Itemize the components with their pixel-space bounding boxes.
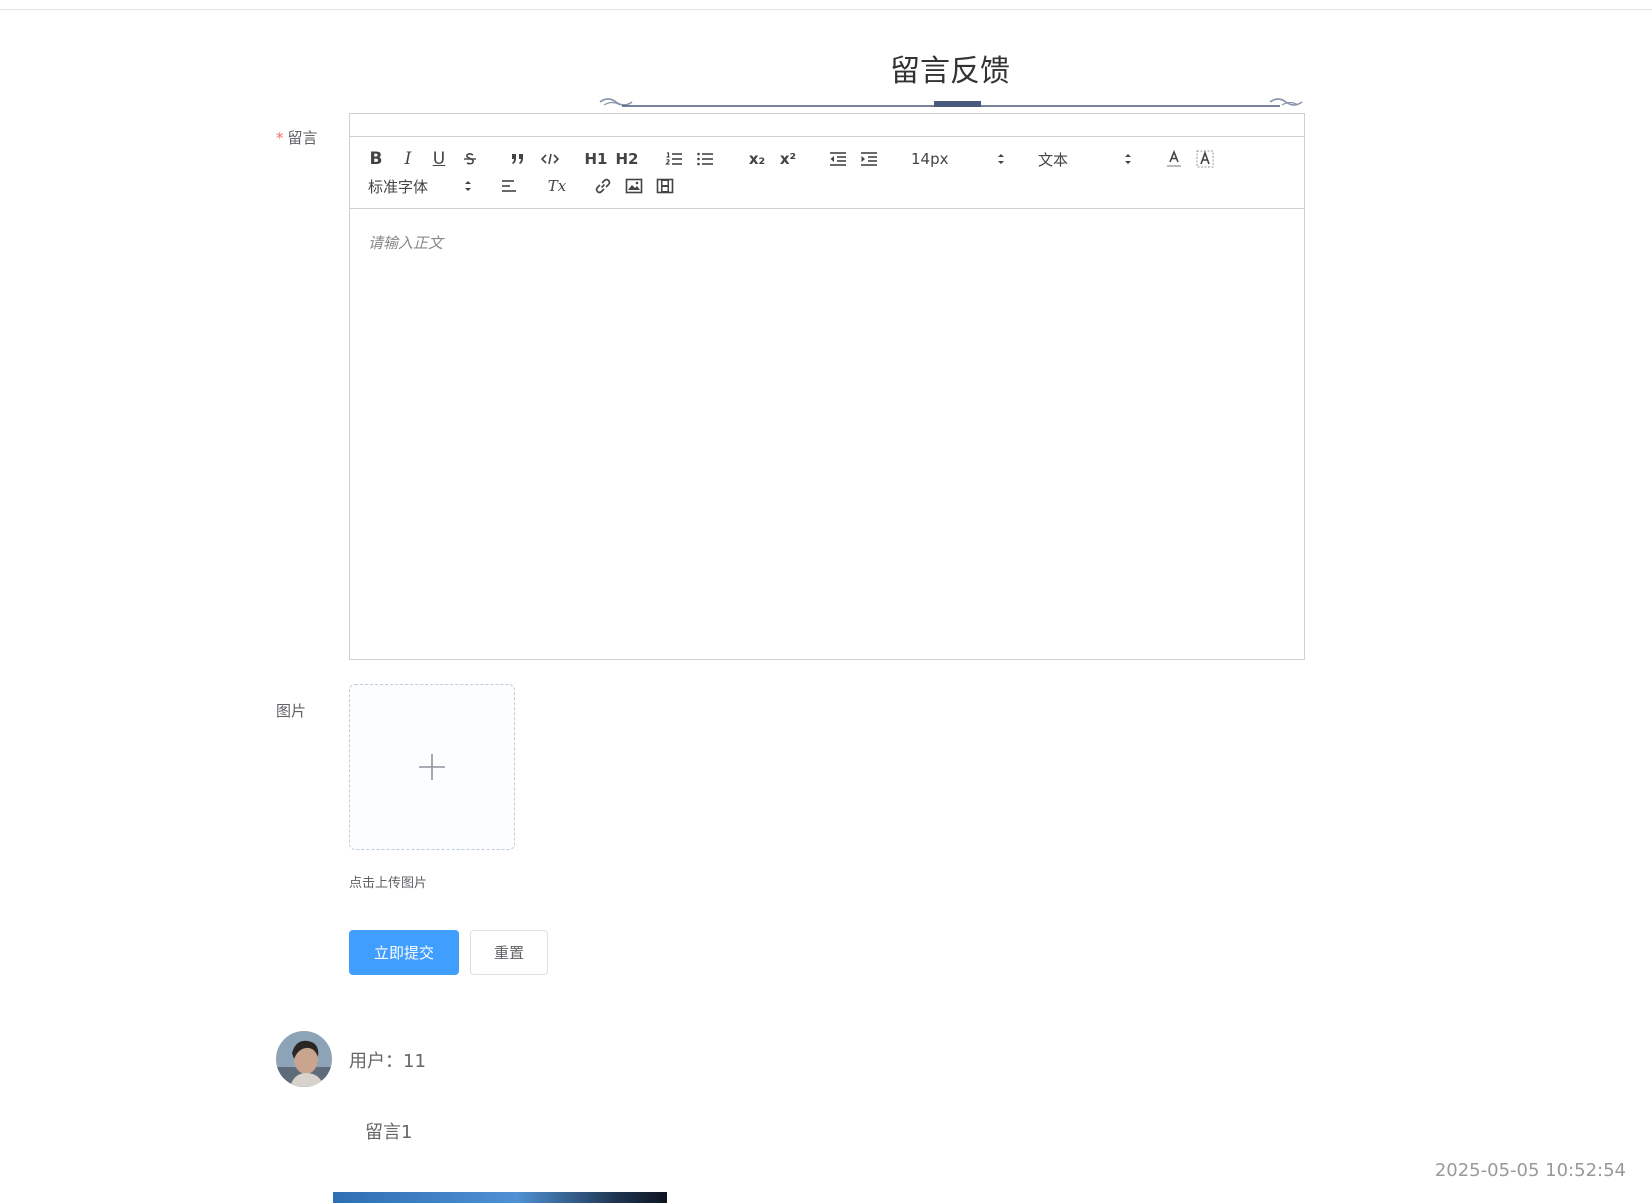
highlight-color-icon	[1196, 150, 1214, 168]
page-title: 留言反馈	[890, 54, 1010, 89]
video-icon	[656, 178, 674, 194]
video-button[interactable]	[655, 175, 675, 197]
font-family-value: 标准字体	[368, 177, 429, 196]
comment-image	[333, 1192, 667, 1203]
clear-format-button[interactable]: Tx	[546, 175, 568, 197]
image-button[interactable]	[624, 175, 644, 197]
top-divider	[0, 9, 1652, 10]
font-size-value: 14px	[911, 150, 949, 168]
underline-button[interactable]: U	[430, 148, 448, 170]
link-button[interactable]	[593, 175, 613, 197]
rich-text-editor: B I U H1 H2 x₂ x² 14px 文本 标准字体 Tx 请输入正文	[349, 113, 1305, 660]
user-avatar-icon	[276, 1031, 332, 1087]
h1-label: H1	[584, 150, 608, 168]
ordered-list-icon	[665, 152, 682, 165]
link-icon	[595, 178, 611, 194]
submit-button[interactable]: 立即提交	[349, 930, 459, 975]
subscript-button[interactable]: x₂	[746, 148, 768, 170]
image-icon	[625, 178, 643, 194]
header-2-button[interactable]: H2	[615, 148, 639, 170]
indent-icon	[861, 152, 877, 166]
strike-button[interactable]	[461, 148, 479, 170]
picker-arrows-icon	[465, 181, 471, 191]
picker-arrows-icon	[998, 154, 1004, 164]
font-color-icon	[1167, 150, 1181, 167]
bullet-list-icon	[697, 152, 713, 166]
h2-label: H2	[615, 150, 639, 168]
header-picker-value: 文本	[1038, 150, 1069, 169]
background-color-button[interactable]	[1195, 148, 1215, 170]
quote-icon	[512, 154, 523, 164]
header-picker[interactable]: 文本	[1038, 148, 1132, 170]
header-1-button[interactable]: H1	[584, 148, 608, 170]
reset-button[interactable]: 重置	[470, 930, 548, 975]
font-family-picker[interactable]: 标准字体	[368, 175, 472, 197]
outdent-button[interactable]	[828, 148, 848, 170]
strikethrough-icon	[464, 153, 476, 165]
comment-timestamp: 2025-05-05 10:52:54	[1434, 1160, 1626, 1181]
editor-top-strip	[350, 114, 1304, 137]
text-color-button[interactable]	[1164, 148, 1184, 170]
message-label-text: 留言	[287, 129, 318, 147]
bold-button[interactable]: B	[367, 148, 385, 170]
code-block-button[interactable]	[540, 148, 560, 170]
message-label: * 留言	[276, 127, 318, 148]
align-picker[interactable]	[499, 175, 519, 197]
required-mark: *	[276, 129, 284, 147]
font-size-picker[interactable]: 14px	[911, 148, 1005, 170]
bullet-list-button[interactable]	[695, 148, 715, 170]
comment-username: 用户：11	[349, 1051, 426, 1072]
comment-text: 留言1	[365, 1122, 413, 1143]
editor-content-area[interactable]: 请输入正文	[368, 232, 443, 253]
code-icon	[541, 153, 559, 165]
outdent-icon	[830, 152, 846, 166]
ordered-list-button[interactable]	[664, 148, 684, 170]
blockquote-button[interactable]	[509, 148, 527, 170]
image-upload-box[interactable]	[349, 684, 515, 850]
avatar	[276, 1031, 332, 1087]
plus-icon	[419, 754, 445, 780]
editor-toolbar: B I U H1 H2 x₂ x² 14px 文本 标准字体 Tx	[350, 136, 1304, 209]
picker-arrows-icon	[1125, 154, 1131, 164]
align-left-icon	[502, 180, 516, 192]
title-ornament	[599, 98, 1303, 107]
superscript-button[interactable]: x²	[777, 148, 799, 170]
indent-button[interactable]	[859, 148, 879, 170]
upload-tip: 点击上传图片	[349, 876, 428, 891]
italic-button[interactable]: I	[399, 148, 417, 170]
image-label: 图片	[276, 702, 307, 720]
